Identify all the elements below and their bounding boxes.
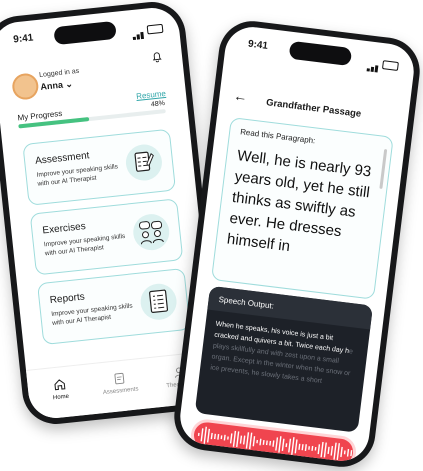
status-icons — [366, 53, 400, 75]
status-icons — [131, 19, 164, 41]
waveform-bar — [275, 437, 279, 451]
waveform-bar — [278, 436, 282, 453]
waveform-bar — [298, 443, 301, 450]
waveform-bar — [197, 432, 200, 437]
waveform-bar — [327, 446, 330, 455]
waveform-bar — [353, 451, 356, 456]
waveform-bar — [346, 448, 350, 457]
card-title: Assessment — [34, 150, 90, 167]
waveform-bar — [343, 450, 346, 455]
waveform-bar — [272, 440, 275, 447]
waveform-bar — [213, 433, 216, 440]
home-icon — [54, 379, 66, 391]
user-name-dropdown[interactable]: Anna ⌄ — [40, 79, 74, 93]
waveform-bar — [317, 444, 321, 455]
dynamic-island — [53, 20, 117, 46]
user-name: Anna — [39, 79, 64, 92]
waveform-bar — [330, 445, 334, 456]
waveform-bar — [269, 440, 272, 446]
paragraph-heading: Read this Paragraph: — [239, 127, 316, 146]
signal-icon — [131, 21, 145, 41]
waveform-bar — [239, 435, 243, 444]
scrollbar[interactable] — [379, 148, 388, 189]
status-time: 9:41 — [12, 32, 34, 46]
waveform-bar — [333, 442, 337, 460]
waveform-bar — [336, 443, 341, 461]
waveform-bar — [314, 446, 317, 451]
card-title: Exercises — [41, 221, 87, 237]
battery-icon — [382, 59, 399, 71]
waveform-bar — [236, 431, 240, 448]
assessment-card[interactable]: Assessment Improve your speaking skills … — [22, 128, 177, 206]
dynamic-island — [288, 40, 353, 67]
waveform-bar — [323, 442, 327, 458]
waveform-bar — [227, 436, 229, 440]
logged-in-label: Logged in as — [38, 67, 80, 79]
waveform-bar — [220, 435, 223, 440]
waveform-bar — [308, 446, 310, 450]
paragraph-box[interactable]: Read this Paragraph: Well, he is nearly … — [210, 117, 394, 300]
nav-home-label: Home — [52, 393, 70, 402]
waveform-bar — [304, 444, 307, 452]
waveform-bar — [232, 430, 237, 447]
waveform-bar — [350, 450, 353, 457]
waveform-bar — [285, 443, 288, 448]
passage-screen: 9:41 ← Grandfather Passage Read this Par… — [177, 23, 417, 465]
waveform-bar — [206, 428, 211, 443]
waveform-bar — [256, 439, 259, 444]
status-time: 9:41 — [247, 38, 269, 52]
exercises-card[interactable]: Exercises Improve your speaking skills w… — [29, 198, 184, 276]
waveform-bar — [301, 444, 304, 451]
nav-assessments[interactable]: Assessments — [99, 369, 141, 396]
checklist-pen-icon — [124, 142, 164, 183]
waveform-bar — [340, 446, 343, 458]
waveform-bar — [245, 432, 250, 449]
nav-home[interactable]: Home — [39, 376, 81, 403]
waveform-bar — [248, 432, 253, 450]
paragraph-text: Well, he is nearly 93 years old, yet he … — [226, 147, 373, 256]
waveform-bar — [200, 428, 204, 442]
waveform-bar — [281, 438, 285, 451]
speech-text: When he speaks, his voice is just a bit … — [210, 319, 360, 391]
waveform-bar — [288, 438, 292, 453]
waveform-bar — [223, 434, 226, 441]
waveform-bar — [320, 441, 324, 458]
report-list-icon — [138, 281, 179, 322]
signal-icon — [366, 53, 381, 73]
waveform-bar — [291, 437, 295, 455]
avatar[interactable] — [11, 72, 40, 101]
resume-link[interactable]: Resume — [136, 89, 167, 101]
waveform-bar — [229, 433, 233, 444]
reports-card[interactable]: Reports Improve your speaking skills wit… — [36, 267, 191, 346]
waveform-bar — [217, 433, 220, 440]
waveform-bar — [262, 439, 265, 445]
chevron-down-icon: ⌄ — [64, 78, 74, 90]
card-description: Improve your speaking skills with our AI… — [50, 302, 133, 327]
waveform-bar — [311, 445, 314, 451]
waveform-bar — [242, 435, 246, 445]
card-title: Reports — [49, 291, 86, 307]
waveform-bar — [294, 439, 298, 454]
clipboard-icon — [114, 372, 125, 385]
waveform-bar — [259, 438, 262, 446]
battery-icon — [146, 23, 164, 34]
bell-icon[interactable] — [149, 49, 164, 64]
speech-output-panel: Speech Output: When he speaks, his voice… — [194, 285, 374, 433]
waveform-bar — [252, 436, 256, 447]
right-phone: 9:41 ← Grandfather Passage Read this Par… — [170, 17, 423, 471]
speech-heading: Speech Output: — [218, 294, 275, 311]
people-chat-icon — [131, 212, 172, 252]
waveform-bar — [203, 426, 207, 444]
nav-assessments-label: Assessments — [102, 386, 139, 397]
waveform-bar — [210, 432, 213, 440]
progress-percent: 48% — [150, 100, 166, 109]
waveform-bar — [265, 440, 268, 446]
